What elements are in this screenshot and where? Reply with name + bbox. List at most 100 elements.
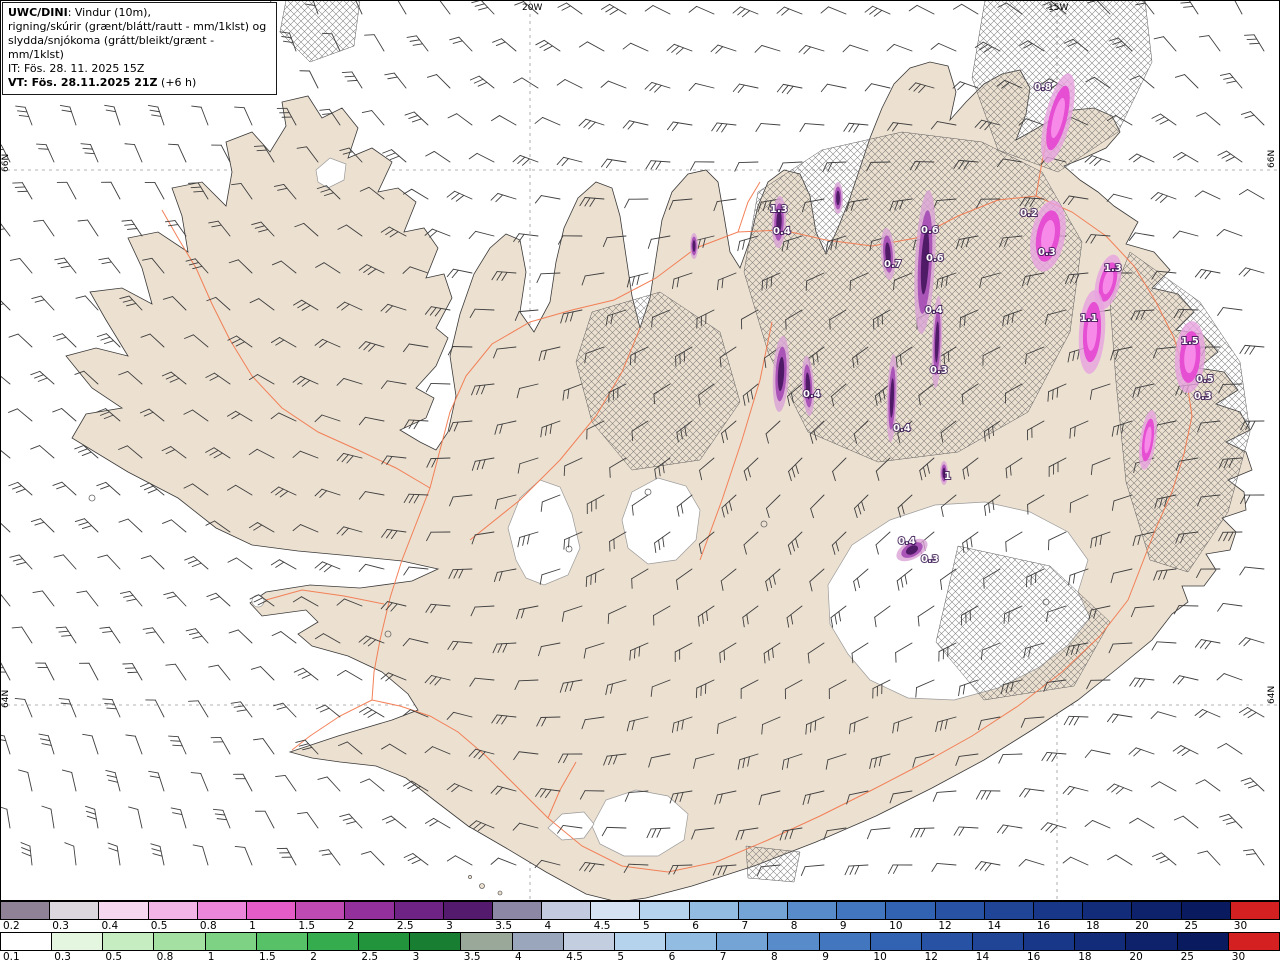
legend-tick-label: 18 [1078,951,1092,960]
legend-tick-label: 8 [771,951,778,960]
legend-segment [563,933,615,950]
legend-tick-label: 0.5 [105,951,123,960]
legend-segment [1228,933,1280,950]
precip-value-label: 1.3 [770,204,788,215]
legend-tick-label: 3.5 [463,951,481,960]
legend-tick-label: 12 [938,920,952,932]
precip-value-label: 0.4 [898,536,916,547]
legend-segment [921,933,973,950]
legend-tick-label: 0.1 [3,951,20,960]
legend-tick-label: 0.2 [3,920,20,932]
legend-tick-label: 4.5 [593,920,611,932]
precip-value-label: 1.1 [1080,313,1098,324]
legend-segment [819,933,871,950]
legend-segment [307,933,360,950]
precip-value-label: 1.5 [1181,336,1199,347]
legend-tick-label: 1 [249,920,256,932]
legend-segment [984,902,1034,919]
legend-segment [0,902,51,919]
legend-segment [410,933,462,950]
legend-tick-label: 16 [1027,951,1041,960]
legend-tick-label: 3 [446,920,453,932]
legend-tick-label: 10 [889,920,903,932]
legend-segment [394,902,444,919]
legend-tick-label: 25 [1184,920,1198,932]
legend-segment [788,902,838,919]
legend-tick-label: 16 [1036,920,1051,932]
legend-segment [1181,902,1231,919]
legend-segment [246,902,297,919]
init-time: IT: Fös. 28. 11. 2025 15Z [8,62,145,76]
coordinate-label: 15W [1048,3,1068,13]
legend-segment [205,933,257,950]
precip-value-label: 0.3 [921,554,939,565]
precip-value-label: 0.7 [884,259,902,270]
legend-tick-label: 8 [790,920,798,932]
legend-segment [359,933,411,950]
coordinate-label: 66N [1267,150,1277,168]
legend-tick-label: 14 [975,951,990,960]
precip-value-label: 0.6 [926,253,944,264]
coordinate-label: 66N [1,154,11,172]
precip-value-label: 0.4 [925,305,943,316]
legend-tick-label: 30 [1233,920,1248,932]
legend-segment [1177,933,1229,950]
legend-segment [1075,933,1127,950]
legend-segment [614,933,667,950]
precip-value-label: 0.8 [1034,82,1052,93]
legend-segment [256,933,308,950]
legend-segment [1230,902,1280,919]
legend-segment [972,933,1025,950]
legend-tick-label: 14 [987,920,1001,932]
legend-tick-label: 0.4 [101,920,119,932]
precip-value-label: 0.6 [921,225,939,236]
legend-segment [542,902,592,919]
legend-tick-label: 5 [617,951,625,960]
coordinate-label: 20W [522,3,542,13]
legend-tick-label: 0.8 [199,920,217,932]
legend-tick-label: 1.5 [298,920,316,932]
legend-tick-label: 20 [1129,951,1143,960]
legend-segment [492,902,543,919]
legend-segment [461,933,513,950]
legend-segment [512,933,564,950]
legend-tick-label: 4 [544,920,552,932]
legend-tick-label: 0.8 [156,951,174,960]
legend-tick-label: 6 [692,920,699,932]
legend-segment [768,933,820,950]
legend-tick-label: 7 [741,920,749,932]
legend-segment [738,902,788,919]
legend-segment [345,902,395,919]
legend-segment [591,902,641,919]
legend-tick-label: 2.5 [361,951,379,960]
legend-tick-label: 6 [668,951,676,960]
legend-segment [154,933,206,950]
color-scale-legend: 0.2 0.3 0.4 0.5 0.8 1 1.5 2 2.5 3 3.5 4 4.5 5 6 7 8 9 10 12… [0,901,1280,960]
legend-tick-label: 20 [1135,920,1149,932]
legend-segment [1126,933,1178,950]
legend-segment [640,902,690,919]
legend-segment [296,902,346,919]
sleet-snow-scale-labels: 0.2 0.3 0.4 0.5 0.8 1 1.5 2 2.5 3 3.5 4 4.5 5 6 7 8 9 10 12… [0,920,1280,932]
legend-tick-label: 0.5 [150,920,168,932]
legend-segment [837,902,887,919]
legend-tick-label: 9 [822,951,829,960]
legend-tick-label: 1 [207,951,215,960]
legend-segment [935,902,985,919]
legend-segment [666,933,718,950]
sleet-snow-color-bar [0,901,1280,920]
rain-color-bar [0,932,1280,951]
title-line-2: rigning/skúrir (grænt/blátt/rautt - mm/1… [8,20,267,34]
legend-segment [1024,933,1076,950]
precip-value-label: 0.4 [773,226,791,237]
legend-tick-label: 0.3 [54,951,71,960]
legend-tick-label: 2 [347,920,355,932]
legend-tick-label: 18 [1086,920,1100,932]
coordinate-label: 64N [1,690,11,708]
legend-tick-label: 7 [719,951,727,960]
legend-segment [197,902,247,919]
station-marker [88,494,96,502]
legend-tick-label: 2 [310,951,317,960]
precip-value-label: 0.3 [1038,247,1056,258]
model-name: UWC/DINI [8,6,68,19]
